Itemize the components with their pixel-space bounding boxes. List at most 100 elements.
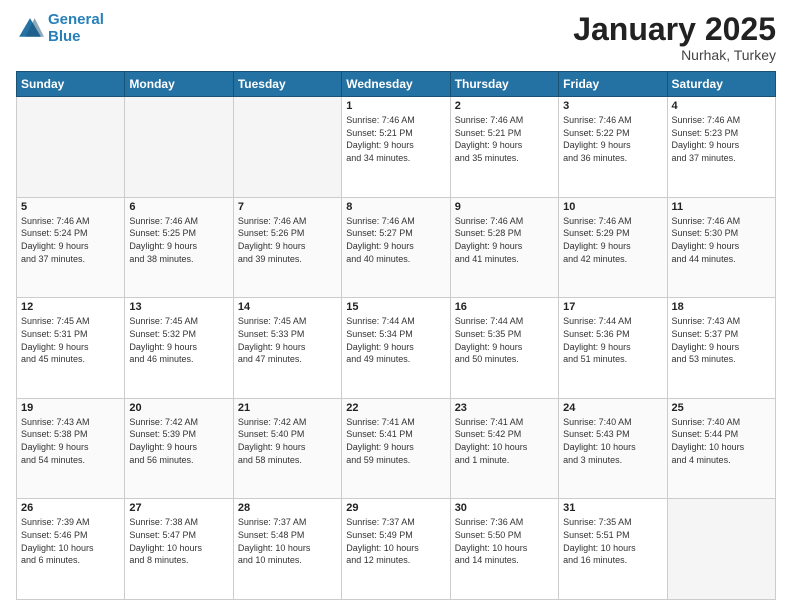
calendar-cell: 3 Sunrise: 7:46 AM Sunset: 5:22 PM Daylig…: [559, 97, 667, 198]
day-number: 7: [238, 201, 337, 213]
month-title: January 2025: [573, 12, 776, 47]
day-info: Sunrise: 7:46 AM Sunset: 5:22 PM Dayligh…: [563, 114, 662, 164]
day-info: Sunrise: 7:40 AM Sunset: 5:44 PM Dayligh…: [672, 416, 771, 466]
weekday-header: Monday: [125, 72, 233, 97]
day-info: Sunrise: 7:46 AM Sunset: 5:27 PM Dayligh…: [346, 215, 445, 265]
weekday-header: Saturday: [667, 72, 775, 97]
calendar-cell: [667, 499, 775, 600]
calendar-cell: 7 Sunrise: 7:46 AM Sunset: 5:26 PM Daylig…: [233, 197, 341, 298]
location-subtitle: Nurhak, Turkey: [573, 47, 776, 63]
day-number: 29: [346, 502, 445, 514]
calendar-cell: 17Sunrise: 7:44 AM Sunset: 5:36 PM Dayli…: [559, 298, 667, 399]
day-number: 9: [455, 201, 554, 213]
day-number: 31: [563, 502, 662, 514]
day-number: 3: [563, 100, 662, 112]
day-info: Sunrise: 7:43 AM Sunset: 5:37 PM Dayligh…: [672, 315, 771, 365]
title-block: January 2025 Nurhak, Turkey: [573, 12, 776, 63]
calendar-cell: 25 Sunrise: 7:40 AM Sunset: 5:44 PM Dayli…: [667, 398, 775, 499]
weekday-header: Friday: [559, 72, 667, 97]
day-info: Sunrise: 7:36 AM Sunset: 5:50 PM Dayligh…: [455, 516, 554, 566]
calendar-cell: 20 Sunrise: 7:42 AM Sunset: 5:39 PM Dayli…: [125, 398, 233, 499]
calendar-cell: 2 Sunrise: 7:46 AM Sunset: 5:21 PM Daylig…: [450, 97, 558, 198]
day-number: 30: [455, 502, 554, 514]
day-info: Sunrise: 7:43 AM Sunset: 5:38 PM Dayligh…: [21, 416, 120, 466]
weekday-header: Wednesday: [342, 72, 450, 97]
calendar-cell: 26 Sunrise: 7:39 AM Sunset: 5:46 PM Dayli…: [17, 499, 125, 600]
day-info: Sunrise: 7:39 AM Sunset: 5:46 PM Dayligh…: [21, 516, 120, 566]
day-number: 8: [346, 201, 445, 213]
calendar-cell: 4 Sunrise: 7:46 AM Sunset: 5:23 PM Daylig…: [667, 97, 775, 198]
calendar-table: SundayMondayTuesdayWednesdayThursdayFrid…: [16, 71, 776, 600]
day-info: Sunrise: 7:42 AM Sunset: 5:40 PM Dayligh…: [238, 416, 337, 466]
header: General Blue January 2025 Nurhak, Turkey: [16, 12, 776, 63]
day-info: Sunrise: 7:46 AM Sunset: 5:28 PM Dayligh…: [455, 215, 554, 265]
calendar-cell: 21 Sunrise: 7:42 AM Sunset: 5:40 PM Dayli…: [233, 398, 341, 499]
day-info: Sunrise: 7:45 AM Sunset: 5:32 PM Dayligh…: [129, 315, 228, 365]
day-number: 16: [455, 301, 554, 313]
calendar-cell: 30 Sunrise: 7:36 AM Sunset: 5:50 PM Dayli…: [450, 499, 558, 600]
calendar-cell: 10 Sunrise: 7:46 AM Sunset: 5:29 PM Dayli…: [559, 197, 667, 298]
day-info: Sunrise: 7:46 AM Sunset: 5:24 PM Dayligh…: [21, 215, 120, 265]
day-number: 12: [21, 301, 120, 313]
day-info: Sunrise: 7:46 AM Sunset: 5:29 PM Dayligh…: [563, 215, 662, 265]
calendar-cell: 27 Sunrise: 7:38 AM Sunset: 5:47 PM Dayli…: [125, 499, 233, 600]
day-info: Sunrise: 7:44 AM Sunset: 5:34 PM Dayligh…: [346, 315, 445, 365]
calendar-cell: 13 Sunrise: 7:45 AM Sunset: 5:32 PM Dayli…: [125, 298, 233, 399]
day-info: Sunrise: 7:40 AM Sunset: 5:43 PM Dayligh…: [563, 416, 662, 466]
day-info: Sunrise: 7:41 AM Sunset: 5:41 PM Dayligh…: [346, 416, 445, 466]
day-info: Sunrise: 7:46 AM Sunset: 5:21 PM Dayligh…: [346, 114, 445, 164]
day-info: Sunrise: 7:35 AM Sunset: 5:51 PM Dayligh…: [563, 516, 662, 566]
day-info: Sunrise: 7:37 AM Sunset: 5:49 PM Dayligh…: [346, 516, 445, 566]
day-number: 10: [563, 201, 662, 213]
calendar-cell: 5 Sunrise: 7:46 AM Sunset: 5:24 PM Daylig…: [17, 197, 125, 298]
calendar-cell: 11Sunrise: 7:46 AM Sunset: 5:30 PM Dayli…: [667, 197, 775, 298]
calendar-cell: 14Sunrise: 7:45 AM Sunset: 5:33 PM Dayli…: [233, 298, 341, 399]
day-info: Sunrise: 7:46 AM Sunset: 5:26 PM Dayligh…: [238, 215, 337, 265]
day-number: 19: [21, 402, 120, 414]
day-number: 13: [129, 301, 228, 313]
calendar-cell: 9 Sunrise: 7:46 AM Sunset: 5:28 PM Daylig…: [450, 197, 558, 298]
calendar-cell: 18 Sunrise: 7:43 AM Sunset: 5:37 PM Dayli…: [667, 298, 775, 399]
calendar-cell: [125, 97, 233, 198]
day-number: 1: [346, 100, 445, 112]
calendar-cell: [233, 97, 341, 198]
day-number: 25: [672, 402, 771, 414]
day-number: 14: [238, 301, 337, 313]
day-number: 5: [21, 201, 120, 213]
day-number: 26: [21, 502, 120, 514]
day-number: 21: [238, 402, 337, 414]
day-info: Sunrise: 7:46 AM Sunset: 5:21 PM Dayligh…: [455, 114, 554, 164]
day-number: 2: [455, 100, 554, 112]
day-number: 24: [563, 402, 662, 414]
day-number: 4: [672, 100, 771, 112]
day-info: Sunrise: 7:38 AM Sunset: 5:47 PM Dayligh…: [129, 516, 228, 566]
day-info: Sunrise: 7:46 AM Sunset: 5:25 PM Dayligh…: [129, 215, 228, 265]
day-number: 11: [672, 201, 771, 213]
weekday-header: Thursday: [450, 72, 558, 97]
logo-icon: [16, 15, 44, 43]
calendar-cell: 28 Sunrise: 7:37 AM Sunset: 5:48 PM Dayli…: [233, 499, 341, 600]
day-number: 27: [129, 502, 228, 514]
day-number: 20: [129, 402, 228, 414]
day-number: 18: [672, 301, 771, 313]
calendar-cell: 8 Sunrise: 7:46 AM Sunset: 5:27 PM Daylig…: [342, 197, 450, 298]
day-number: 28: [238, 502, 337, 514]
day-info: Sunrise: 7:45 AM Sunset: 5:31 PM Dayligh…: [21, 315, 120, 365]
day-number: 6: [129, 201, 228, 213]
calendar-cell: 15Sunrise: 7:44 AM Sunset: 5:34 PM Dayli…: [342, 298, 450, 399]
day-info: Sunrise: 7:42 AM Sunset: 5:39 PM Dayligh…: [129, 416, 228, 466]
calendar-cell: 29 Sunrise: 7:37 AM Sunset: 5:49 PM Dayli…: [342, 499, 450, 600]
calendar-cell: 16Sunrise: 7:44 AM Sunset: 5:35 PM Dayli…: [450, 298, 558, 399]
logo: General Blue: [16, 12, 104, 45]
day-info: Sunrise: 7:37 AM Sunset: 5:48 PM Dayligh…: [238, 516, 337, 566]
day-number: 23: [455, 402, 554, 414]
logo-text: General Blue: [48, 12, 104, 45]
page: General Blue January 2025 Nurhak, Turkey…: [0, 0, 792, 612]
day-number: 22: [346, 402, 445, 414]
calendar-cell: 22 Sunrise: 7:41 AM Sunset: 5:41 PM Dayli…: [342, 398, 450, 499]
weekday-header: Sunday: [17, 72, 125, 97]
day-info: Sunrise: 7:46 AM Sunset: 5:23 PM Dayligh…: [672, 114, 771, 164]
calendar-cell: 19 Sunrise: 7:43 AM Sunset: 5:38 PM Dayli…: [17, 398, 125, 499]
calendar-cell: [17, 97, 125, 198]
calendar-cell: 1 Sunrise: 7:46 AM Sunset: 5:21 PM Daylig…: [342, 97, 450, 198]
